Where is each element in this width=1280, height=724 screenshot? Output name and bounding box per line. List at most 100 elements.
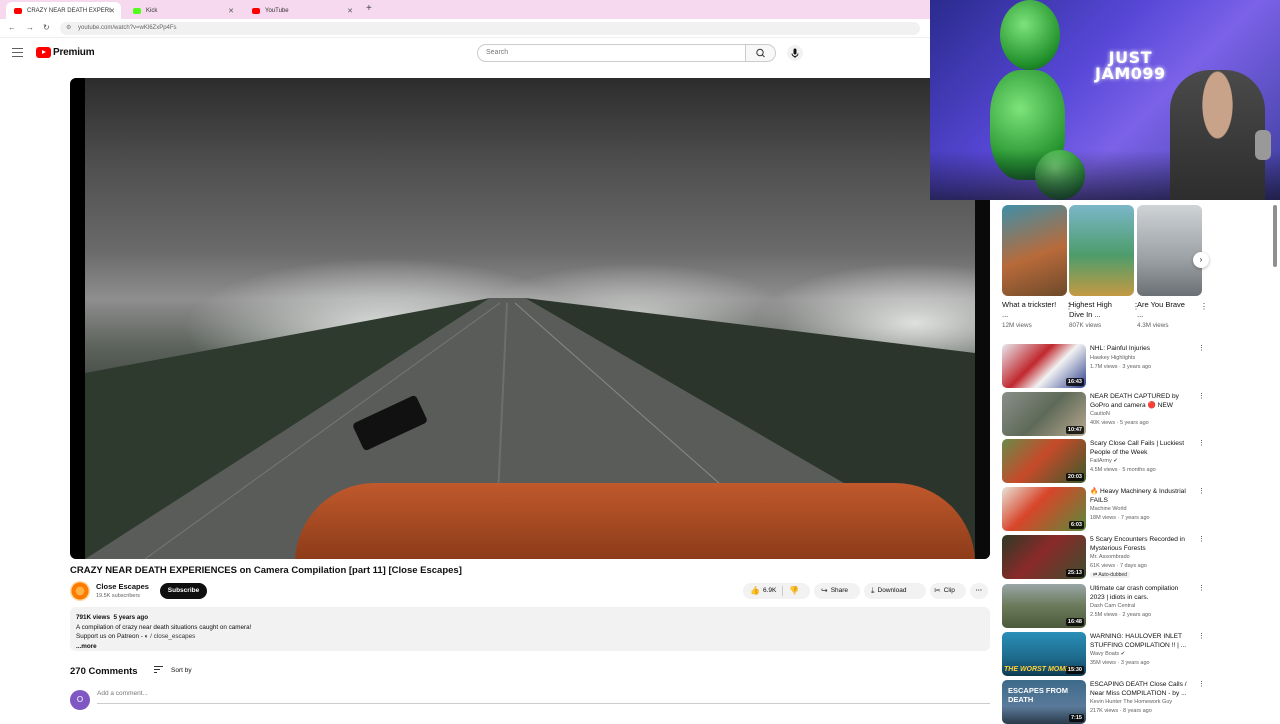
video-thumbnail[interactable]: THE WORST MOMEN 15:30 xyxy=(1002,632,1086,676)
back-icon[interactable]: ← xyxy=(8,23,16,32)
short-thumbnail[interactable] xyxy=(1069,205,1134,296)
video-meta: 40K views · 5 years ago xyxy=(1090,420,1149,426)
video-meta: 18M views · 7 years ago xyxy=(1090,515,1150,521)
recommended-video[interactable]: 6:03 🔥 Heavy Machinery & Industrial FAIL… xyxy=(1002,487,1205,531)
site-info-icon[interactable]: ⚙ xyxy=(66,22,71,35)
video-title[interactable]: ESCAPING DEATH Close Calls / Near Miss C… xyxy=(1090,680,1194,698)
channel-name[interactable]: Kevin Hunter The Homework Guy xyxy=(1090,699,1172,705)
video-thumbnail[interactable]: 10:47 xyxy=(1002,392,1086,436)
subscribe-button[interactable]: Subscribe xyxy=(160,583,207,599)
tab-youtube[interactable]: YouTube ✕ xyxy=(244,2,359,19)
video-thumbnail[interactable]: 16:48 xyxy=(1002,584,1086,628)
search-input[interactable]: Search xyxy=(477,44,746,62)
video-title[interactable]: Ultimate car crash compilation 2023 | id… xyxy=(1090,584,1194,602)
more-options-icon[interactable]: ⋮ xyxy=(1198,344,1205,352)
video-title[interactable]: 5 Scary Encounters Recorded in Mysteriou… xyxy=(1090,535,1194,553)
video-thumbnail[interactable]: ESCAPES FROM DEATH 7:15 xyxy=(1002,680,1086,724)
more-options-icon[interactable]: ⋮ xyxy=(1198,632,1205,640)
short-card[interactable]: Are You Brave ... 4.3M views ⋮ xyxy=(1137,205,1208,329)
recommended-video[interactable]: 25:13 5 Scary Encounters Recorded in Mys… xyxy=(1002,535,1205,579)
more-options-icon[interactable]: ⋮ xyxy=(1198,680,1205,688)
user-avatar[interactable]: O xyxy=(70,690,90,710)
more-options-icon[interactable]: ⋮ xyxy=(1200,302,1208,311)
more-options-icon[interactable]: ⋮ xyxy=(1198,487,1205,495)
short-thumbnail[interactable] xyxy=(1137,205,1202,296)
video-title[interactable]: 🔥 Heavy Machinery & Industrial FAILS xyxy=(1090,487,1194,505)
channel-name[interactable]: Hawkey Highlights xyxy=(1090,355,1135,361)
close-tab-icon[interactable]: ✕ xyxy=(347,7,353,15)
url-field[interactable]: ⚙ youtube.com/watch?v=wKl6ZxPp4Fs xyxy=(60,22,920,35)
short-title[interactable]: Highest High Dive In ... xyxy=(1069,300,1124,320)
page-scrollbar[interactable] xyxy=(1273,205,1277,267)
channel-name[interactable]: Mr. Assombrado xyxy=(1090,554,1130,560)
short-title[interactable]: Are You Brave ... xyxy=(1137,300,1192,320)
video-title[interactable]: WARNING: HAULOVER INLET STUFFING COMPILA… xyxy=(1090,632,1194,650)
recommended-video[interactable]: ESCAPES FROM DEATH 7:15 ESCAPING DEATH C… xyxy=(1002,680,1205,724)
like-dislike-group: 👍 6.9K 👎 xyxy=(743,583,810,599)
channel-name[interactable]: FailArmy ✔ xyxy=(1090,458,1118,464)
show-more-link[interactable]: ...more xyxy=(76,642,984,652)
video-thumbnail[interactable]: 6:03 xyxy=(1002,487,1086,531)
video-title[interactable]: NHL: Painful Injuries xyxy=(1090,344,1194,353)
video-thumbnail[interactable]: 25:13 xyxy=(1002,535,1086,579)
more-options-icon[interactable]: ⋮ xyxy=(1198,439,1205,447)
close-tab-icon[interactable]: ✕ xyxy=(228,7,234,15)
short-views: 12M views xyxy=(1002,322,1032,329)
hamburger-menu-icon[interactable] xyxy=(12,48,23,57)
duration-badge: 10:47 xyxy=(1065,426,1084,434)
duration-badge: 6:03 xyxy=(1068,521,1084,529)
video-player[interactable] xyxy=(70,78,990,559)
tab-label: Kick xyxy=(146,7,158,14)
channel-name[interactable]: Dash Cam Central xyxy=(1090,603,1135,609)
like-icon[interactable]: 👍 xyxy=(750,583,760,599)
recommended-video[interactable]: 20:03 Scary Close Call Fails | Luckiest … xyxy=(1002,439,1205,483)
more-options-icon[interactable]: ⋮ xyxy=(1198,392,1205,400)
short-thumbnail[interactable] xyxy=(1002,205,1067,296)
channel-name[interactable]: CautioN xyxy=(1090,411,1110,417)
shorts-next-button[interactable]: › xyxy=(1193,252,1209,268)
video-thumbnail[interactable]: 20:03 xyxy=(1002,439,1086,483)
thumbnail-caption: THE WORST MOMEN xyxy=(1004,666,1075,673)
recommended-video[interactable]: 16:48 Ultimate car crash compilation 202… xyxy=(1002,584,1205,628)
recommended-video[interactable]: 10:47 NEAR DEATH CAPTURED by GoPro and c… xyxy=(1002,392,1205,436)
short-card[interactable]: What a trickster! ... 12M views ⋮ xyxy=(1002,205,1073,329)
youtube-premium-logo[interactable]: Premium xyxy=(36,47,95,58)
video-frame[interactable] xyxy=(85,78,975,559)
tab-kick[interactable]: Kick ✕ xyxy=(125,2,240,19)
divider xyxy=(782,586,784,596)
search-button[interactable] xyxy=(746,44,776,62)
tab-youtube-video[interactable]: CRAZY NEAR DEATH EXPERI ✕ xyxy=(6,2,121,19)
dislike-icon[interactable]: 👎 xyxy=(789,583,799,599)
video-meta: 61K views · 7 days ago xyxy=(1090,563,1147,569)
like-count[interactable]: 6.9K xyxy=(763,583,776,599)
short-card[interactable]: Highest High Dive In ... 807K views ⋮ xyxy=(1069,205,1140,329)
clip-button[interactable]: ✂ Clip xyxy=(930,583,966,599)
voice-search-button[interactable] xyxy=(787,45,803,61)
view-count: 791K views xyxy=(76,614,110,621)
video-title[interactable]: NEAR DEATH CAPTURED by GoPro and camera … xyxy=(1090,392,1194,410)
channel-avatar[interactable] xyxy=(70,581,90,601)
tab-label: CRAZY NEAR DEATH EXPERI xyxy=(27,7,111,14)
share-button[interactable]: ↪ Share xyxy=(814,583,860,599)
new-tab-button[interactable]: + xyxy=(366,3,372,14)
patreon-link[interactable]: / close_escapes xyxy=(150,633,195,640)
recommended-video[interactable]: 16:43 NHL: Painful Injuries Hawkey Highl… xyxy=(1002,344,1205,388)
download-button[interactable]: ⤓ Download xyxy=(864,583,926,599)
more-options-icon[interactable]: ⋮ xyxy=(1198,535,1205,543)
sort-by-button[interactable]: Sort by xyxy=(154,666,192,675)
more-actions-button[interactable]: ··· xyxy=(970,583,988,599)
reload-icon[interactable]: ↻ xyxy=(43,23,50,32)
channel-name[interactable]: Machine World xyxy=(1090,506,1127,512)
video-thumbnail[interactable]: 16:43 xyxy=(1002,344,1086,388)
close-tab-icon[interactable]: ✕ xyxy=(109,7,115,15)
short-title[interactable]: What a trickster! ... xyxy=(1002,300,1057,320)
channel-name[interactable]: Close Escapes xyxy=(96,582,149,591)
more-options-icon[interactable]: ⋮ xyxy=(1198,584,1205,592)
channel-name[interactable]: Wavy Boats ✔ xyxy=(1090,651,1125,657)
video-title[interactable]: Scary Close Call Fails | Luckiest People… xyxy=(1090,439,1194,457)
recommended-video[interactable]: THE WORST MOMEN 15:30 WARNING: HAULOVER … xyxy=(1002,632,1205,676)
forward-icon[interactable]: → xyxy=(26,23,34,32)
description-box[interactable]: 791K views 5 years ago A compilation of … xyxy=(70,607,990,651)
comment-input[interactable]: Add a comment... xyxy=(97,690,990,704)
comments-count: 270 Comments xyxy=(70,666,138,677)
